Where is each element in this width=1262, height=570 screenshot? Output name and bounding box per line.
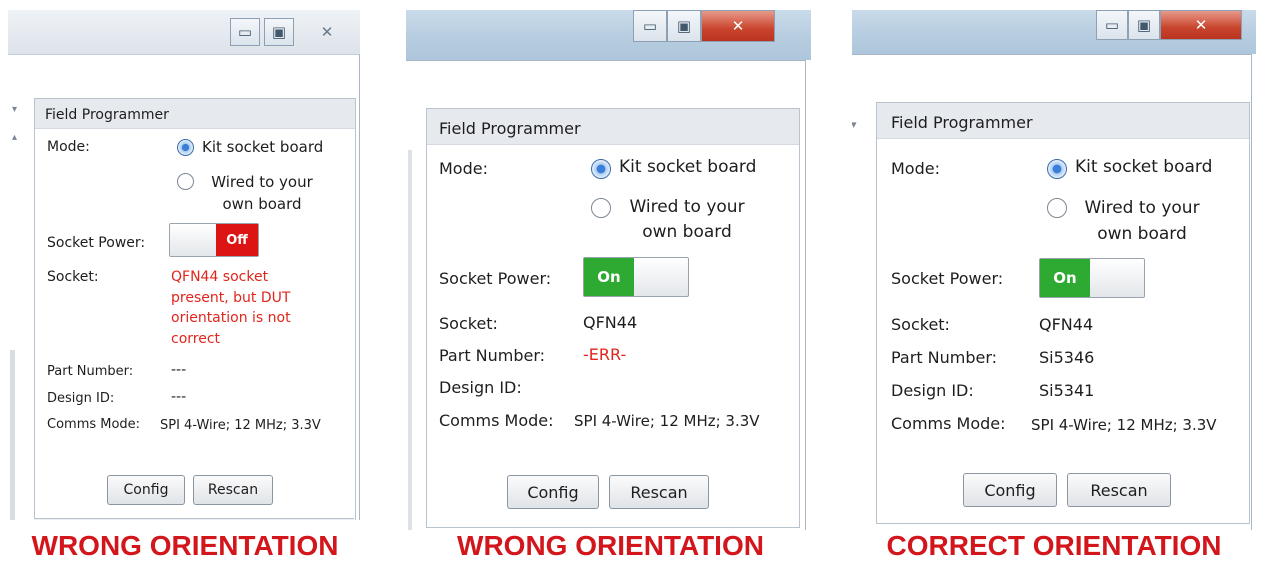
rescan-button[interactable]: Rescan	[609, 475, 709, 509]
screenshot-panel-1: ▭ ▣ ✕ ▾ ▴ Field Programmer Mode: Kit soc…	[8, 10, 360, 520]
comms-mode-value: SPI 4-Wire; 12 MHz; 3.3V	[574, 412, 760, 430]
caption-panel-1: WRONG ORIENTATION	[31, 530, 339, 561]
close-icon[interactable]: ✕	[1160, 10, 1242, 40]
minimize-icon[interactable]: ▭	[633, 10, 667, 42]
window-controls: ▭ ▣ ✕	[1096, 10, 1242, 40]
panel-title: Field Programmer	[427, 109, 799, 145]
radio-selected-icon[interactable]	[177, 139, 194, 156]
part-number-label: Part Number:	[891, 348, 998, 367]
mode-option-kit[interactable]: Kit socket board	[1075, 157, 1212, 177]
socket-label: Socket:	[439, 314, 498, 333]
scroll-arrow-icon[interactable]: ▴	[12, 132, 17, 143]
mode-label: Mode:	[47, 139, 90, 155]
screenshot-panel-3: ▭ ▣ ✕ ▾ Field Programmer Mode: Kit socke…	[852, 10, 1256, 530]
socket-label: Socket:	[47, 269, 99, 285]
rescan-button[interactable]: Rescan	[193, 475, 273, 505]
radio-selected-icon[interactable]	[1047, 159, 1067, 179]
socket-power-label: Socket Power:	[891, 269, 1004, 288]
socket-power-toggle[interactable]: Off	[169, 223, 259, 257]
mode-label: Mode:	[891, 159, 940, 178]
field-programmer-panel: Field Programmer Mode: Kit socket board …	[876, 102, 1250, 524]
socket-power-label: Socket Power:	[47, 235, 146, 251]
screenshot-panel-2: ▭ ▣ ✕ Field Programmer Mode: Kit socket …	[406, 10, 811, 530]
toggle-on-state: On	[1040, 259, 1090, 297]
field-programmer-panel: Field Programmer Mode: Kit socket board …	[34, 98, 356, 520]
window-controls: ▭ ▣ ✕	[230, 18, 346, 48]
comms-mode-label: Comms Mode:	[891, 414, 1006, 433]
comms-mode-label: Comms Mode:	[47, 417, 141, 432]
window-controls: ▭ ▣ ✕	[633, 10, 775, 42]
part-number-value: -ERR-	[583, 345, 627, 364]
design-id-label: Design ID:	[891, 381, 974, 400]
design-id-value: ---	[171, 389, 187, 405]
part-number-label: Part Number:	[47, 364, 134, 379]
scrollbar-track[interactable]	[10, 350, 15, 520]
scroll-arrow-icon[interactable]: ▾	[852, 118, 857, 131]
socket-value: QFN44 socket present, but DUT orientatio…	[171, 269, 291, 347]
mode-label: Mode:	[439, 159, 488, 178]
comms-mode-value: SPI 4-Wire; 12 MHz; 3.3V	[1031, 416, 1217, 434]
radio-selected-icon[interactable]	[591, 159, 611, 179]
design-id-label: Design ID:	[47, 391, 115, 406]
rescan-button[interactable]: Rescan	[1067, 473, 1171, 507]
mode-option-kit[interactable]: Kit socket board	[619, 157, 756, 177]
part-number-value: ---	[171, 362, 187, 378]
comms-mode-label: Comms Mode:	[439, 411, 554, 430]
scroll-arrow-icon[interactable]: ▾	[12, 104, 17, 115]
close-icon[interactable]: ✕	[308, 18, 346, 46]
panel-title: Field Programmer	[877, 103, 1249, 139]
close-icon[interactable]: ✕	[701, 10, 775, 42]
mode-option-wired[interactable]: Wired to your own board	[202, 171, 322, 215]
design-id-label: Design ID:	[439, 378, 522, 397]
caption-panel-3: CORRECT ORIENTATION	[886, 530, 1222, 561]
maximize-icon[interactable]: ▣	[667, 10, 701, 42]
config-button[interactable]: Config	[507, 475, 599, 509]
mode-option-kit[interactable]: Kit socket board	[202, 138, 323, 156]
toggle-on-state: On	[584, 258, 634, 296]
socket-power-label: Socket Power:	[439, 269, 552, 288]
part-number-value: Si5346	[1039, 348, 1095, 367]
mode-option-wired[interactable]: Wired to your own board	[1073, 195, 1211, 247]
toggle-off-state: Off	[216, 224, 258, 256]
panel-title: Field Programmer	[35, 99, 355, 129]
field-programmer-panel: Field Programmer Mode: Kit socket board …	[426, 108, 800, 528]
radio-unselected-icon[interactable]	[1047, 198, 1067, 218]
socket-label: Socket:	[891, 315, 950, 334]
radio-unselected-icon[interactable]	[591, 198, 611, 218]
socket-power-toggle[interactable]: On	[583, 257, 689, 297]
lower-panel-edge	[34, 518, 354, 520]
socket-power-toggle[interactable]: On	[1039, 258, 1145, 298]
caption-panel-2: WRONG ORIENTATION	[457, 530, 764, 561]
socket-value: QFN44	[583, 313, 638, 332]
maximize-icon[interactable]: ▣	[264, 18, 294, 46]
config-button[interactable]: Config	[963, 473, 1057, 507]
minimize-icon[interactable]: ▭	[1096, 10, 1128, 40]
radio-unselected-icon[interactable]	[177, 173, 194, 190]
minimize-icon[interactable]: ▭	[230, 18, 260, 46]
mode-option-wired[interactable]: Wired to your own board	[617, 195, 757, 245]
socket-value: QFN44	[1039, 315, 1094, 334]
config-button[interactable]: Config	[107, 475, 185, 505]
scrollbar-track[interactable]	[408, 150, 412, 530]
maximize-icon[interactable]: ▣	[1128, 10, 1160, 40]
design-id-value: Si5341	[1039, 381, 1095, 400]
comms-mode-value: SPI 4-Wire; 12 MHz; 3.3V	[160, 418, 321, 433]
part-number-label: Part Number:	[439, 346, 546, 365]
